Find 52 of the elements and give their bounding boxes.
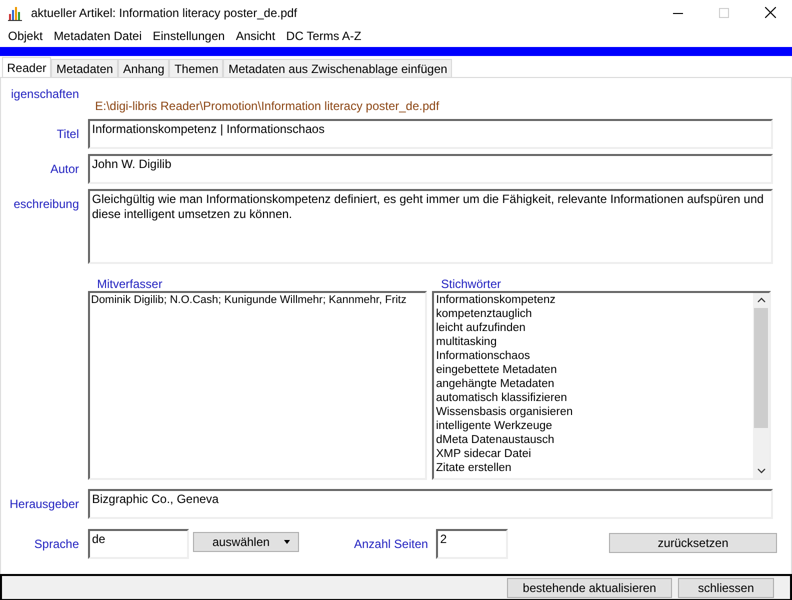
list-item[interactable]: XMP sidecar Datei [436, 447, 753, 461]
list-item[interactable]: angehängte Metadaten [436, 377, 753, 391]
footer-button[interactable]: bestehende aktualisieren [507, 578, 672, 598]
section-label: igenschaften [11, 87, 80, 101]
reset-button[interactable]: zurücksetzen [609, 533, 778, 553]
coauthors-field[interactable]: Dominik Digilib; N.O.Cash; Kunigunde Willmehr; Kannmehr, Fritz [88, 291, 427, 480]
menu-item[interactable]: Einstellungen [152, 29, 225, 43]
window-title: aktueller Artikel: Information literacy poster_de.pdf [31, 6, 298, 20]
file-path: E:\digi-libris Reader\Promotion\Information literacy poster_de.pdf [95, 99, 440, 113]
list-item[interactable]: automatisch klassifizieren [436, 391, 753, 405]
scroll-up-icon[interactable] [756, 297, 766, 303]
page-count-field[interactable]: 2 [436, 529, 508, 559]
menu-item[interactable]: DC Terms A-Z [286, 29, 362, 43]
footer-button[interactable]: schliessen [678, 578, 774, 598]
text-field[interactable]: Informationskompetenz | Informationschaos [88, 119, 773, 149]
list-item[interactable]: multitasking [436, 335, 753, 349]
tab[interactable]: Metadaten [51, 59, 118, 77]
language-field[interactable]: de [88, 529, 189, 559]
field-label: Sprache [33, 536, 79, 551]
tab[interactable]: Metadaten aus Zwischenablage einfügen [223, 59, 452, 77]
field-label: Titel [56, 126, 79, 141]
text-field[interactable]: Bizgraphic Co., Geneva [88, 489, 773, 519]
menu-item[interactable]: Ansicht [236, 29, 276, 43]
tab[interactable]: Themen [169, 59, 224, 77]
list-item[interactable]: Informationskompetenz [436, 293, 753, 307]
menu-item[interactable]: Objekt [8, 29, 43, 43]
keywords-list[interactable] [432, 291, 771, 480]
tab[interactable]: Reader [2, 57, 52, 77]
field-label: Herausgeber [8, 496, 79, 511]
scroll-down-icon[interactable] [756, 468, 766, 474]
caret-icon [284, 540, 290, 544]
menu-item[interactable]: Metadaten Datei [54, 29, 142, 43]
list-item[interactable]: Wissensbasis organisieren [436, 405, 753, 419]
list-item[interactable]: Informationschaos [436, 349, 753, 363]
field-label: Stichwörter [440, 278, 502, 291]
text-field[interactable]: John W. Digilib [88, 154, 773, 184]
list-item[interactable]: intelligente Werkzeuge [436, 419, 753, 433]
list-item[interactable]: Zitate erstellen [436, 461, 753, 475]
close-icon[interactable] [765, 7, 776, 18]
scrollbar[interactable] [753, 293, 769, 478]
select-dropdown[interactable]: auswählen [193, 532, 299, 552]
bar-chart-icon [8, 4, 24, 20]
field-label: Mitverfasser [96, 278, 164, 291]
tab[interactable]: Anhang [118, 59, 170, 77]
field-label: Anzahl Seiten [354, 536, 428, 551]
list-item[interactable]: kompetenztauglich [436, 307, 753, 321]
field-label: eschreibung [12, 196, 79, 211]
list-item[interactable]: eingebettete Metadaten [436, 363, 753, 377]
list-item[interactable]: dMeta Datenaustausch [436, 433, 753, 447]
description-field[interactable]: Gleichgültig wie man Informationskompetenz definiert, es geht immer um die Fähigkeit, relevante Informationen aufspüren und diese intelligent umsetzen zu können. [88, 189, 773, 264]
field-label: Autor [49, 161, 79, 176]
list-item[interactable]: leicht aufzufinden [436, 321, 753, 335]
